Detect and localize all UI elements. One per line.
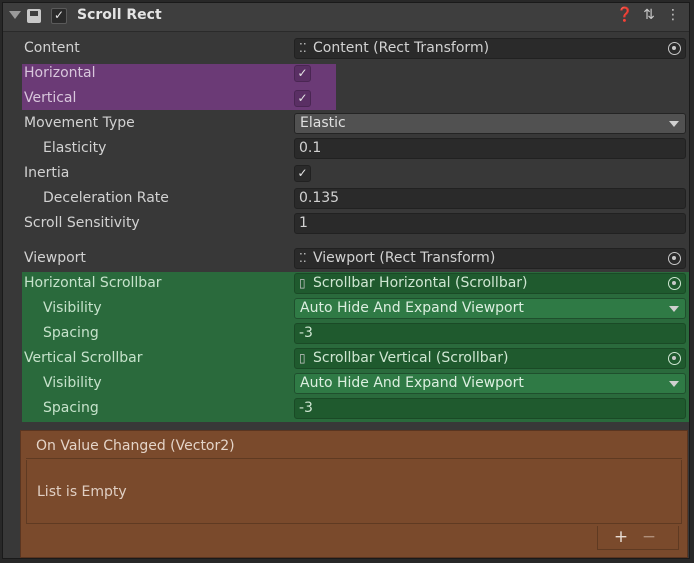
vertical-checkbox[interactable]: ✓ (294, 90, 311, 107)
object-picker-icon[interactable] (668, 42, 681, 55)
component-header[interactable]: ✓ Scroll Rect ❓ ⇅ ⋮ (3, 3, 689, 32)
component-enabled-checkbox[interactable]: ✓ (51, 8, 67, 24)
content-value: Content (Rect Transform) (313, 40, 490, 56)
deceleration-rate-input[interactable]: 0.135 (294, 188, 686, 209)
scrollbar-icon: ▯ (299, 351, 306, 365)
elasticity-label: Elasticity (43, 140, 107, 156)
vertical-scrollbar-object-field[interactable]: ▯ Scrollbar Vertical (Scrollbar) (294, 348, 686, 369)
row-horizontal: Horizontal ✓ (3, 61, 689, 86)
add-listener-button[interactable]: + (608, 526, 634, 548)
event-list-buttons: + − (597, 526, 679, 550)
row-inertia: Inertia ✓ (3, 161, 689, 186)
movement-type-label: Movement Type (24, 115, 135, 131)
row-h-visibility: Visibility Auto Hide And Expand Viewport (3, 296, 689, 321)
vertical-label: Vertical (24, 90, 77, 106)
component-title: Scroll Rect (77, 7, 162, 23)
vertical-scrollbar-label: Vertical Scrollbar (24, 350, 143, 366)
movement-type-value: Elastic (300, 115, 346, 131)
row-scroll-sensitivity: Scroll Sensitivity 1 (3, 211, 689, 236)
h-spacing-label: Spacing (43, 325, 99, 341)
v-visibility-value: Auto Hide And Expand Viewport (300, 375, 524, 391)
object-picker-icon[interactable] (668, 252, 681, 265)
row-viewport: Viewport ⁚⁚ Viewport (Rect Transform) (3, 246, 689, 271)
movement-type-dropdown[interactable]: Elastic (294, 113, 686, 134)
event-list: List is Empty (26, 460, 682, 524)
content-label: Content (24, 40, 80, 56)
h-visibility-label: Visibility (43, 300, 102, 316)
scroll-rect-component-icon (27, 9, 41, 23)
elasticity-input[interactable]: 0.1 (294, 138, 686, 159)
scroll-sensitivity-input[interactable]: 1 (294, 213, 686, 234)
help-icon[interactable]: ❓ (616, 7, 634, 23)
object-picker-icon[interactable] (668, 352, 681, 365)
scrollbar-icon: ▯ (299, 276, 306, 290)
horizontal-scrollbar-label: Horizontal Scrollbar (24, 275, 162, 291)
preset-icon[interactable]: ⇅ (640, 7, 658, 23)
h-visibility-dropdown[interactable]: Auto Hide And Expand Viewport (294, 298, 686, 319)
row-horizontal-scrollbar: Horizontal Scrollbar ▯ Scrollbar Horizont… (3, 271, 689, 296)
h-visibility-value: Auto Hide And Expand Viewport (300, 300, 524, 316)
checkmark-icon: ✓ (297, 166, 308, 180)
inertia-checkbox[interactable]: ✓ (294, 165, 311, 182)
horizontal-scrollbar-object-field[interactable]: ▯ Scrollbar Horizontal (Scrollbar) (294, 273, 686, 294)
viewport-label: Viewport (24, 250, 86, 266)
rect-transform-icon: ⁚⁚ (299, 251, 307, 265)
v-visibility-label: Visibility (43, 375, 102, 391)
row-v-visibility: Visibility Auto Hide And Expand Viewport (3, 371, 689, 396)
horizontal-scrollbar-value: Scrollbar Horizontal (Scrollbar) (313, 275, 528, 291)
v-spacing-input[interactable]: -3 (294, 398, 686, 419)
empty-list-text: List is Empty (37, 484, 127, 500)
dropdown-arrow-icon (669, 306, 679, 312)
deceleration-rate-label: Deceleration Rate (43, 190, 169, 206)
row-vertical: Vertical ✓ (3, 86, 689, 111)
row-content: Content ⁚⁚ Content (Rect Transform) (3, 36, 689, 61)
event-title: On Value Changed (Vector2) (26, 433, 682, 459)
inertia-label: Inertia (24, 165, 70, 181)
viewport-value: Viewport (Rect Transform) (313, 250, 496, 266)
object-picker-icon[interactable] (668, 277, 681, 290)
row-h-spacing: Spacing -3 (3, 321, 689, 346)
row-deceleration-rate: Deceleration Rate 0.135 (3, 186, 689, 211)
v-spacing-label: Spacing (43, 400, 99, 416)
row-elasticity: Elasticity 0.1 (3, 136, 689, 161)
h-spacing-input[interactable]: -3 (294, 323, 686, 344)
rect-transform-icon: ⁚⁚ (299, 41, 307, 55)
more-icon[interactable]: ⋮ (664, 7, 682, 23)
remove-listener-button[interactable]: − (636, 526, 662, 548)
row-movement-type: Movement Type Elastic (3, 111, 689, 136)
v-visibility-dropdown[interactable]: Auto Hide And Expand Viewport (294, 373, 686, 394)
checkmark-icon: ✓ (297, 91, 308, 105)
row-vertical-scrollbar: Vertical Scrollbar ▯ Scrollbar Vertical (… (3, 346, 689, 371)
foldout-arrow-icon[interactable] (9, 11, 21, 19)
checkmark-icon: ✓ (54, 8, 65, 22)
content-object-field[interactable]: ⁚⁚ Content (Rect Transform) (294, 38, 686, 59)
horizontal-checkbox[interactable]: ✓ (294, 65, 311, 82)
scroll-sensitivity-label: Scroll Sensitivity (24, 215, 140, 231)
vertical-scrollbar-value: Scrollbar Vertical (Scrollbar) (313, 350, 509, 366)
checkmark-icon: ✓ (297, 66, 308, 80)
on-value-changed-event: On Value Changed (Vector2) List is Empty… (20, 430, 688, 558)
scroll-rect-inspector: ✓ Scroll Rect ❓ ⇅ ⋮ Content ⁚⁚ Content (R… (2, 2, 690, 559)
horizontal-label: Horizontal (24, 65, 96, 81)
dropdown-arrow-icon (669, 121, 679, 127)
row-v-spacing: Spacing -3 (3, 396, 689, 421)
viewport-object-field[interactable]: ⁚⁚ Viewport (Rect Transform) (294, 248, 686, 269)
dropdown-arrow-icon (669, 381, 679, 387)
